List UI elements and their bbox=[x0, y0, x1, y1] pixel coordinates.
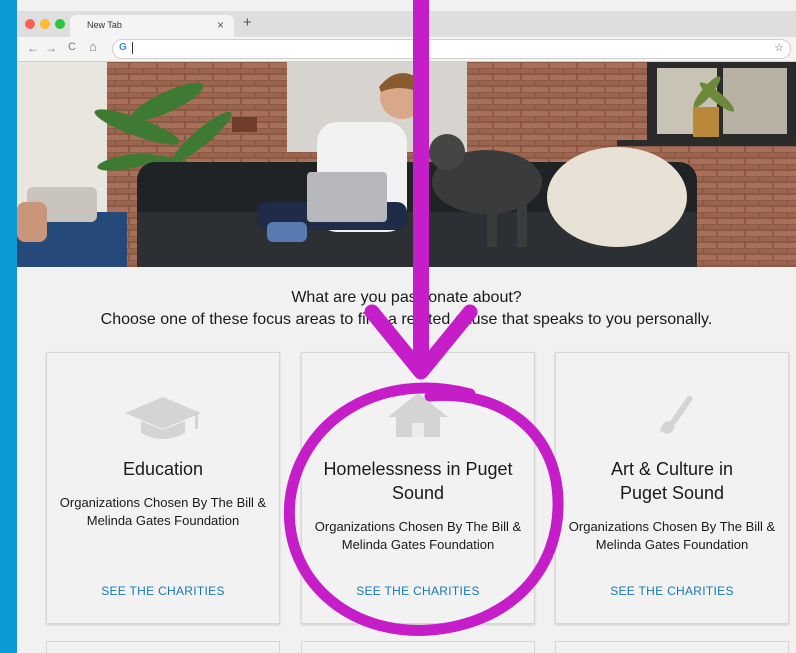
text-cursor bbox=[132, 42, 133, 54]
card-title: Homelessness in Puget Sound bbox=[323, 459, 513, 503]
focus-card-partial[interactable] bbox=[301, 641, 535, 653]
tab-new-tab[interactable]: New Tab × bbox=[70, 15, 234, 37]
address-bar[interactable]: G ☆ bbox=[112, 39, 791, 59]
google-icon: G bbox=[119, 42, 127, 53]
card-title: Art & Culture in Puget Sound bbox=[610, 459, 734, 503]
focus-card-education[interactable]: Education Organizations Chosen By The Bi… bbox=[46, 352, 280, 624]
tab-close-icon[interactable]: × bbox=[217, 18, 224, 32]
bookmark-star-icon[interactable]: ☆ bbox=[774, 41, 784, 54]
focus-card-homelessness[interactable]: Homelessness in Puget Sound Organization… bbox=[301, 352, 535, 624]
paintbrush-icon bbox=[556, 391, 788, 441]
reload-icon[interactable]: C bbox=[68, 41, 76, 53]
question-subheading: Choose one of these focus areas to find … bbox=[100, 311, 713, 328]
new-tab-icon[interactable]: + bbox=[243, 14, 252, 31]
home-icon[interactable]: ⌂ bbox=[89, 39, 97, 54]
close-window-icon[interactable] bbox=[25, 19, 35, 29]
see-the-charities-link[interactable]: SEE THE CHARITIES bbox=[302, 584, 534, 598]
see-the-charities-link[interactable]: SEE THE CHARITIES bbox=[47, 584, 279, 598]
card-subtitle: Organizations Chosen By The Bill & Melin… bbox=[568, 519, 776, 552]
focus-card-partial[interactable] bbox=[46, 641, 280, 653]
card-title: Education bbox=[122, 459, 204, 479]
focus-card-art-culture[interactable]: Art & Culture in Puget Sound Organizatio… bbox=[555, 352, 789, 624]
browser-toolbar: ← → C ⌂ G ☆ bbox=[17, 37, 796, 62]
minimize-window-icon[interactable] bbox=[40, 19, 50, 29]
tab-strip: New Tab × + bbox=[17, 11, 796, 37]
forward-icon[interactable]: → bbox=[45, 41, 57, 55]
focus-question: What are you passionate about? Choose on… bbox=[17, 287, 796, 331]
browser-window: New Tab × + ← → C ⌂ G ☆ What are you pas… bbox=[17, 0, 796, 653]
house-icon bbox=[302, 391, 534, 441]
maximize-window-icon[interactable] bbox=[55, 19, 65, 29]
card-subtitle: Organizations Chosen By The Bill & Melin… bbox=[314, 519, 522, 552]
question-heading: What are you passionate about? bbox=[291, 289, 522, 306]
hero-photo-illustration bbox=[17, 62, 796, 267]
back-icon[interactable]: ← bbox=[27, 41, 39, 55]
focus-card-partial[interactable] bbox=[555, 641, 789, 653]
see-the-charities-link[interactable]: SEE THE CHARITIES bbox=[556, 584, 788, 598]
card-subtitle: Organizations Chosen By The Bill & Melin… bbox=[59, 495, 267, 528]
window-controls bbox=[25, 19, 65, 29]
hero-photo bbox=[17, 62, 796, 267]
tab-title: New Tab bbox=[87, 20, 122, 30]
graduation-cap-icon bbox=[47, 391, 279, 441]
